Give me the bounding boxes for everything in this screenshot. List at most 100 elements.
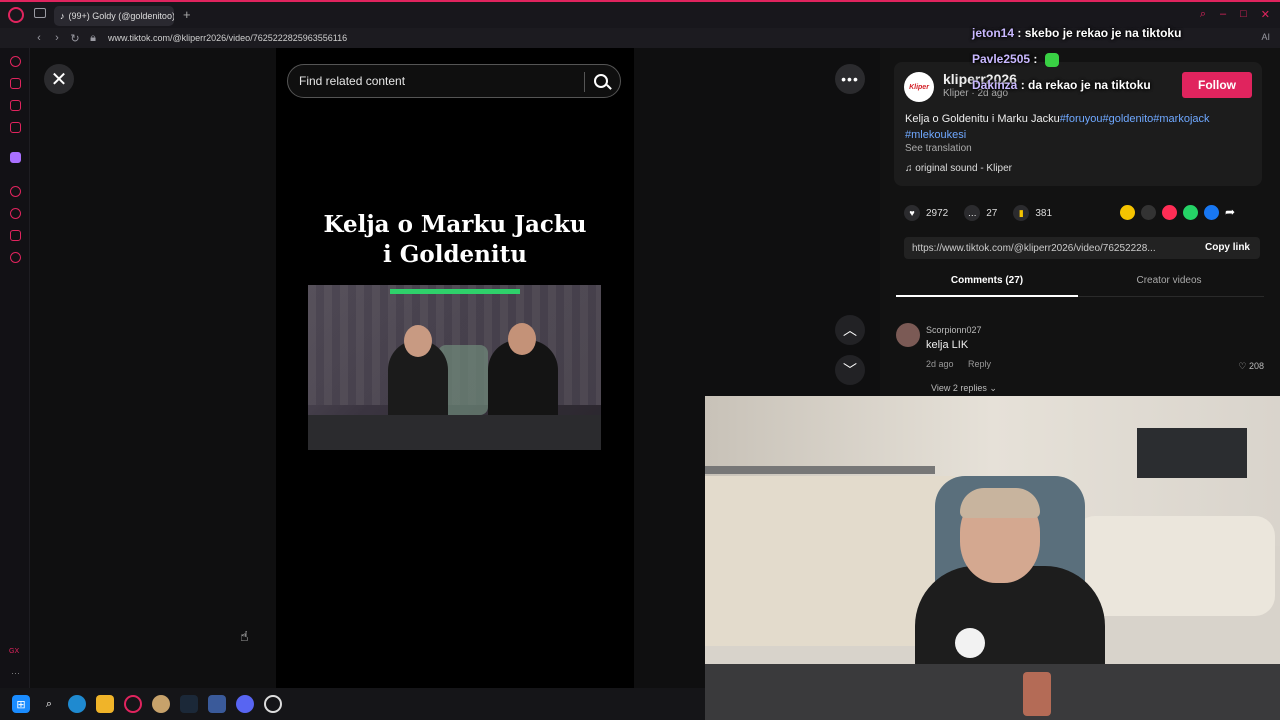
related-search-box: [287, 64, 621, 98]
back-button[interactable]: ‹: [30, 32, 48, 44]
view-replies-button[interactable]: View 2 replies ⌄: [931, 383, 997, 394]
obs-icon[interactable]: [264, 695, 282, 713]
sidebar-history-icon[interactable]: [10, 208, 21, 219]
comment-item: Scorpionn027 kelja LIK 2d ago Reply ♡ 20…: [896, 321, 1264, 401]
share-direct-icon[interactable]: [1162, 205, 1177, 220]
comment-text: kelja LIK: [926, 339, 969, 351]
see-translation-link[interactable]: See translation: [905, 143, 972, 154]
video-caption-title: Kelja o Marku Jacku i Goldenitu: [276, 210, 634, 270]
like-count: 2972: [926, 207, 949, 219]
sidebar-twitch-icon[interactable]: [10, 152, 21, 163]
window-controls: ⌕ – □ ✕: [1200, 8, 1270, 21]
chat-username: jeton14: [972, 26, 1015, 40]
steam-icon[interactable]: [180, 695, 198, 713]
opera-sidebar: GX ···: [0, 48, 30, 688]
share-row: ➦: [1120, 205, 1235, 220]
chat-message: Dakinza : da rekao je na tiktoku: [972, 78, 1151, 92]
reply-button[interactable]: Reply: [968, 359, 991, 369]
search-icon[interactable]: [594, 74, 608, 88]
windows-taskbar: ⊞ ⌕: [0, 688, 705, 720]
opera-gx-icon[interactable]: [124, 695, 142, 713]
chat-emote-icon: [1044, 52, 1059, 67]
commenter-name[interactable]: Scorpionn027: [926, 325, 982, 335]
sidebar-news-icon[interactable]: [10, 122, 21, 133]
url-field[interactable]: www.tiktok.com/@kliperr2026/video/762522…: [108, 33, 347, 43]
video-desk: [308, 415, 601, 450]
music-note-icon: ♫: [905, 163, 916, 174]
video-link-box: https://www.tiktok.com/@kliperr2026/vide…: [904, 237, 1260, 259]
sidebar-bag-icon[interactable]: [10, 78, 21, 89]
sidebar-speed-dial-icon[interactable]: [10, 56, 21, 67]
opera-logo-icon[interactable]: [8, 7, 24, 23]
comment-icon[interactable]: …: [964, 205, 981, 221]
maximize-button[interactable]: □: [1240, 8, 1247, 21]
close-video-button[interactable]: ✕: [44, 64, 74, 94]
webcam-counter: [705, 466, 935, 474]
webcam-sofa: [1075, 516, 1275, 616]
webcam-table: [705, 664, 1280, 720]
comment-meta: 2d ago Reply: [926, 359, 991, 369]
comment-like[interactable]: ♡ 208: [1238, 361, 1264, 372]
sidebar-settings-icon[interactable]: [10, 252, 21, 263]
share-more-icon[interactable]: ➦: [1225, 205, 1235, 220]
chat-message: jeton14 : skebo je rekao je na tiktoku: [972, 26, 1182, 40]
new-tab-button[interactable]: +: [183, 7, 191, 22]
sidebar-extensions-icon[interactable]: [10, 230, 21, 241]
video-title-line-2: i Goldenitu: [383, 241, 527, 268]
workspaces-icon[interactable]: [34, 8, 46, 18]
tab-creator-videos[interactable]: Creator videos: [1078, 275, 1260, 286]
previous-video-button[interactable]: ︿: [835, 315, 865, 345]
forward-button[interactable]: ›: [48, 32, 66, 44]
minimize-button[interactable]: –: [1220, 8, 1226, 21]
sidebar-more-icon[interactable]: ···: [11, 668, 20, 678]
author-avatar[interactable]: Kliper: [904, 72, 934, 102]
webcam-tv: [1137, 428, 1247, 478]
embed-icon[interactable]: [1141, 205, 1156, 220]
windows-start-icon[interactable]: ⊞: [12, 695, 30, 713]
sidebar-messenger-icon[interactable]: [10, 100, 21, 111]
follow-button[interactable]: Follow: [1182, 72, 1252, 98]
commenter-avatar[interactable]: [896, 323, 920, 347]
bookmark-icon[interactable]: ▮: [1013, 205, 1030, 221]
save-count: 381: [1035, 207, 1053, 219]
edge-icon[interactable]: [68, 695, 86, 713]
related-search-input[interactable]: [299, 73, 569, 89]
share-friends-icon[interactable]: [1120, 205, 1135, 220]
remote-desktop-icon[interactable]: [208, 695, 226, 713]
sound-link[interactable]: ♫ original sound - Kliper: [905, 163, 1012, 174]
search-tabs-icon[interactable]: ⌕: [1200, 8, 1206, 21]
whatsapp-icon[interactable]: [1183, 205, 1198, 220]
facebook-icon[interactable]: [1204, 205, 1219, 220]
webcam-streamer-hair: [960, 488, 1040, 518]
app-icon[interactable]: [152, 695, 170, 713]
chevron-down-icon: ⌄: [989, 383, 997, 393]
view-replies-label: View 2 replies: [931, 383, 987, 393]
chat-message: Pavle2505 :: [972, 52, 1059, 67]
heart-icon[interactable]: ♥: [904, 205, 920, 221]
copy-link-button[interactable]: Copy link: [1205, 242, 1250, 253]
chat-text: skebo je rekao je na tiktoku: [1024, 26, 1182, 40]
comment-time: 2d ago: [926, 359, 954, 369]
tab-active-indicator: [896, 295, 1078, 297]
sidebar-player-icon[interactable]: [10, 186, 21, 197]
description-text: Kelja o Goldenitu i Marku Jacku: [905, 113, 1060, 125]
next-video-button[interactable]: ﹀: [835, 355, 865, 385]
video-title-line-1: Kelja o Marku Jacku: [323, 211, 587, 238]
browser-tab-active[interactable]: ♪ (99+) Goldy (@goldenitoo): [54, 6, 174, 26]
mouse-cursor-icon: ☝: [240, 628, 249, 644]
reload-button[interactable]: ↻: [66, 32, 84, 45]
discord-icon[interactable]: [236, 695, 254, 713]
comment-like-count: 208: [1248, 361, 1264, 371]
video-link-url[interactable]: https://www.tiktok.com/@kliperr2026/vide…: [912, 243, 1156, 254]
video-progress-overlay: [390, 289, 520, 294]
ai-button[interactable]: AI: [1261, 32, 1270, 42]
chat-username: Dakinza: [972, 78, 1018, 92]
browser-tab-bar: ♪ (99+) Goldy (@goldenitoo) + ⌕ – □ ✕: [0, 0, 1280, 28]
more-options-button[interactable]: •••: [835, 64, 865, 94]
video-player[interactable]: Kelja o Marku Jacku i Goldenitu: [276, 48, 634, 688]
taskbar-search-icon[interactable]: ⌕: [40, 695, 58, 713]
gx-icon[interactable]: GX: [9, 648, 19, 655]
file-explorer-icon[interactable]: [96, 695, 114, 713]
tab-comments[interactable]: Comments (27): [896, 275, 1078, 286]
close-window-button[interactable]: ✕: [1261, 8, 1270, 21]
